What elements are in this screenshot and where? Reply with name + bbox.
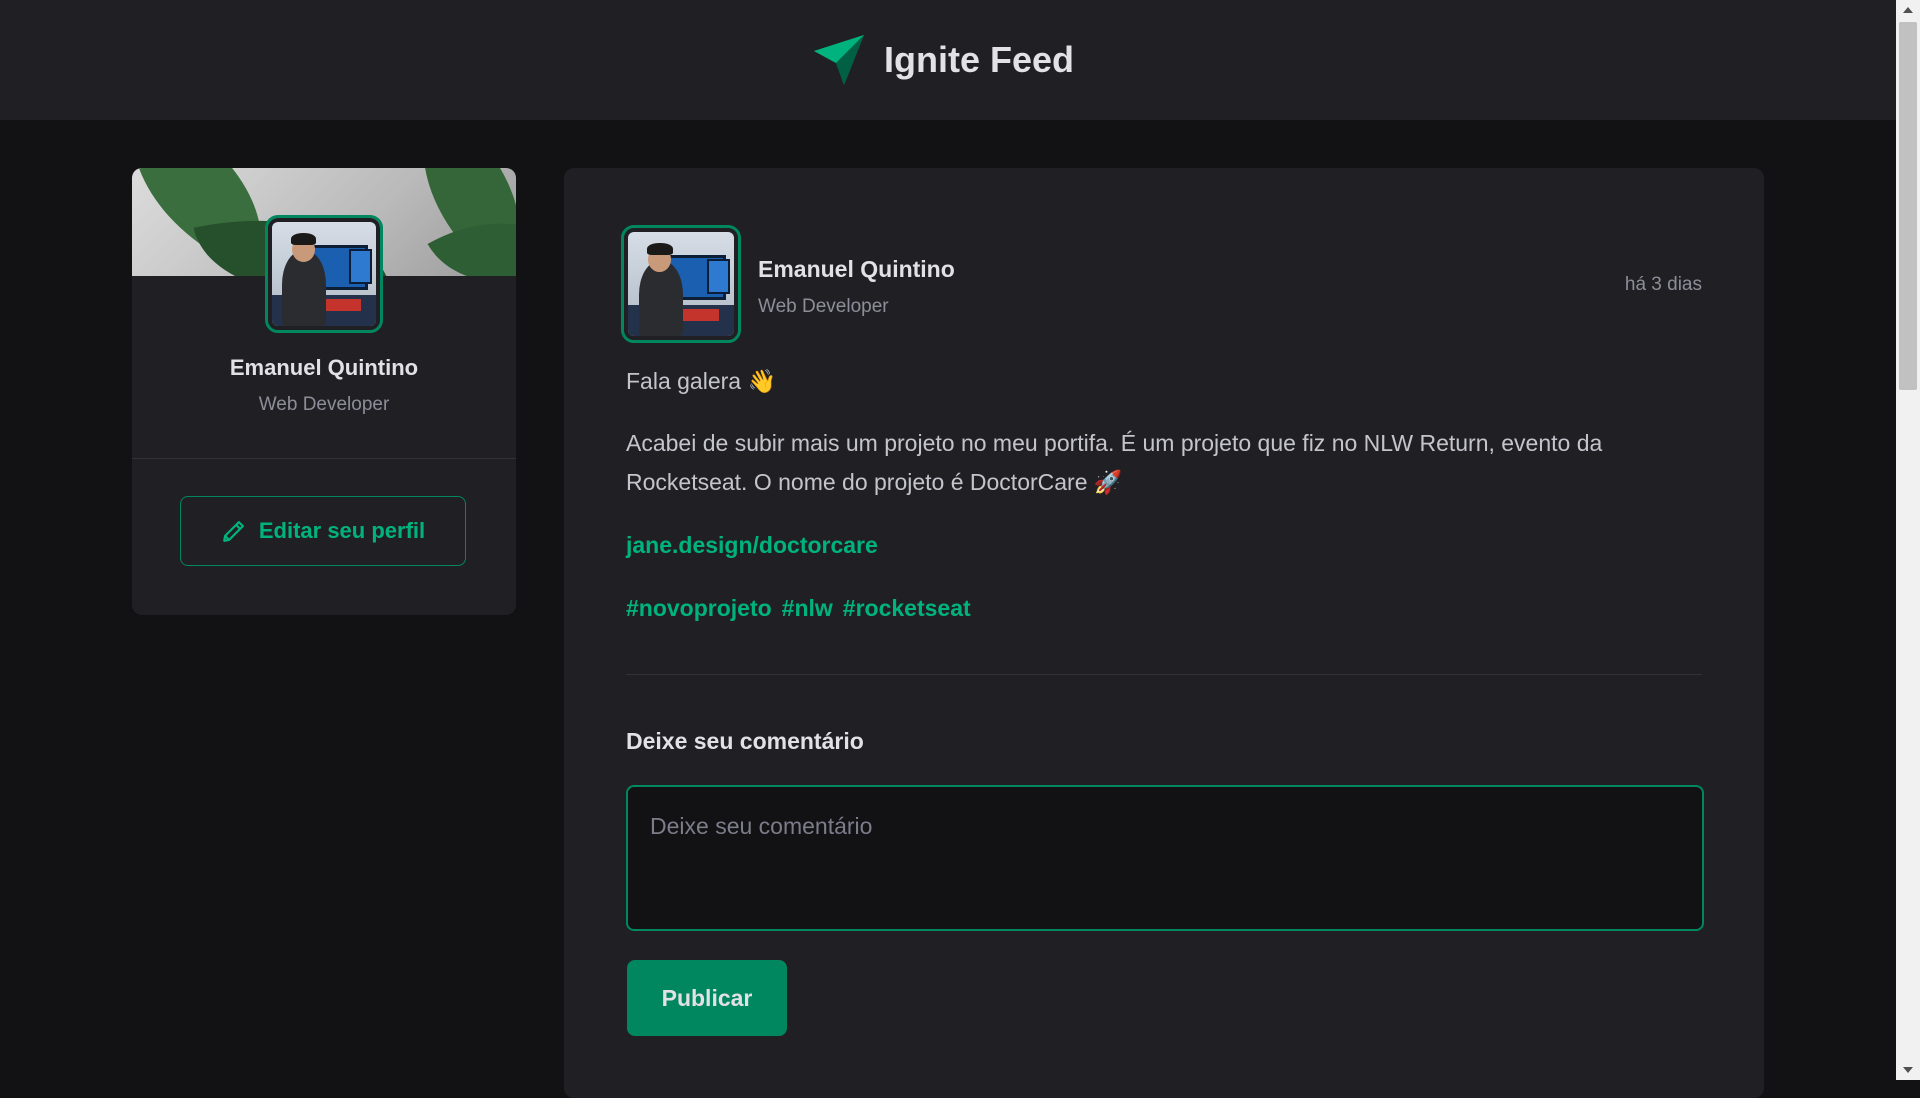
avatar[interactable]: [265, 215, 383, 333]
profile-sidebar: Emanuel Quintino Web Developer Editar se…: [132, 168, 516, 615]
post-greeting: Fala galera 👋: [626, 368, 777, 394]
profile-role: Web Developer: [258, 394, 390, 415]
divider: [626, 674, 1702, 675]
scroll-down-arrow-icon[interactable]: [1896, 1060, 1920, 1080]
post-author-avatar[interactable]: [621, 225, 741, 343]
scroll-up-arrow-icon[interactable]: [1896, 0, 1920, 20]
edit-profile-button[interactable]: Editar seu perfil: [180, 496, 466, 566]
post-tags: #novoprojeto #nlw #rocketseat: [626, 589, 971, 628]
scrollbar-thumb[interactable]: [1899, 22, 1917, 390]
post-card: Emanuel Quintino Web Developer há 3 dias…: [564, 168, 1764, 1098]
app-header: Ignite Feed: [0, 0, 1896, 120]
post-text: Acabei de subir mais um projeto no meu p…: [626, 430, 1603, 495]
profile-name: Emanuel Quintino: [229, 355, 419, 380]
app-title: Ignite Feed: [883, 39, 1075, 80]
post-link[interactable]: jane.design/doctorcare: [626, 526, 878, 565]
publish-button[interactable]: Publicar: [627, 960, 787, 1036]
post-author-name: Emanuel Quintino: [758, 256, 955, 282]
post-timestamp: há 3 dias: [1624, 274, 1702, 295]
post-author-role: Web Developer: [758, 296, 889, 317]
comment-input[interactable]: [626, 785, 1704, 931]
hashtag-link[interactable]: #rocketseat: [843, 589, 971, 628]
edit-profile-label: Editar seu perfil: [258, 518, 426, 543]
pencil-icon: [223, 521, 244, 542]
comment-form-label: Deixe seu comentário: [626, 728, 864, 754]
page-scrollbar[interactable]: [1896, 0, 1920, 1080]
paper-plane-logo-icon: [813, 35, 864, 85]
hashtag-link[interactable]: #novoprojeto: [626, 589, 772, 628]
hashtag-link[interactable]: #nlw: [782, 589, 833, 628]
divider: [132, 458, 516, 459]
